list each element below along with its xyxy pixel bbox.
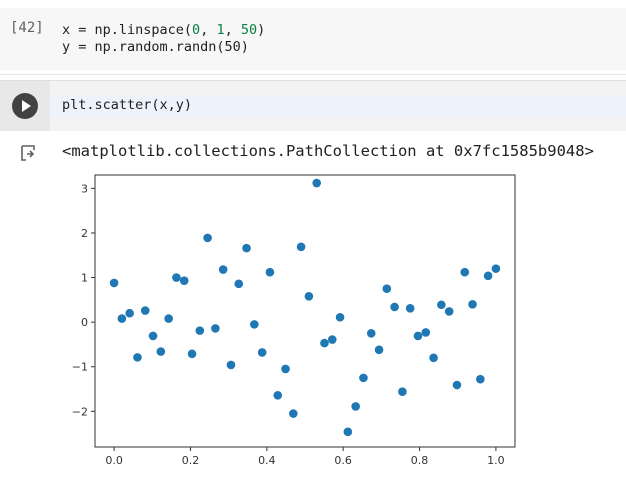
code-token: ) [257, 22, 266, 38]
number-literal: 0 [192, 22, 201, 38]
scatter-point [491, 264, 501, 273]
scatter-point [218, 265, 228, 274]
scatter-point [109, 278, 119, 288]
code-cell-2[interactable]: plt.scatter(x,y) [0, 80, 626, 131]
scatter-point [413, 331, 423, 341]
scatter-point [444, 307, 454, 316]
output-text: <matplotlib.collections.PathCollection a… [62, 142, 594, 160]
scatter-point [421, 328, 431, 337]
scatter-point [476, 374, 485, 384]
scatter-point [390, 302, 399, 312]
x-tick-label: 0.4 [258, 454, 276, 467]
x-tick-label: 0.6 [334, 454, 352, 467]
scatter-point [296, 242, 306, 252]
y-tick-label: 1 [81, 272, 88, 285]
code-line-2[interactable]: y = np.random.randn(50) [62, 39, 249, 56]
scatter-point [125, 308, 134, 318]
scatter-point [117, 314, 127, 323]
scatter-point [179, 276, 189, 285]
scatter-plot-svg: 0.0 0.2 0.4 0.6 0.8 1.0 −2 −1 0 1 2 3 [72, 174, 516, 467]
code-line-1[interactable]: x = np.linspace(0, 1, 50) [62, 22, 265, 39]
scatter-point [366, 328, 376, 338]
scatter-point [312, 178, 321, 188]
scatter-point [187, 349, 197, 359]
code-cell-1[interactable]: [42] x = np.linspace(0, 1, 50) y = np.ra… [0, 8, 626, 70]
scatter-point [156, 347, 166, 356]
scatter-point [172, 273, 181, 282]
code-token: , [200, 22, 217, 38]
scatter-point [242, 243, 251, 253]
scatter-point [343, 427, 353, 437]
output-arrow-icon[interactable] [20, 144, 38, 162]
x-tick-label: 0.2 [182, 454, 200, 467]
scatter-point [429, 353, 438, 363]
scatter-point [133, 353, 142, 362]
scatter-point [140, 306, 150, 315]
y-tick-label: 2 [81, 227, 88, 240]
y-tick-label: −1 [72, 361, 88, 374]
play-icon [22, 100, 31, 112]
y-tick-label: 3 [81, 182, 88, 195]
cell-gutter [0, 81, 50, 131]
code-token: x = np.linspace( [62, 22, 193, 38]
scatter-point [250, 320, 259, 329]
scatter-point [335, 312, 345, 322]
number-literal: 50 [240, 22, 258, 38]
scatter-chart: 0.0 0.2 0.4 0.6 0.8 1.0 −2 −1 0 1 2 3 [60, 170, 530, 476]
x-tick-label: 1.0 [487, 454, 505, 467]
scatter-point [437, 300, 446, 310]
scatter-point [452, 380, 462, 390]
scatter-point [351, 402, 360, 411]
scatter-point [398, 387, 407, 397]
scatter-point [273, 390, 283, 400]
scatter-point [211, 324, 220, 333]
scatter-point [234, 279, 244, 289]
number-literal: 1 [216, 22, 225, 38]
scatter-point [327, 335, 337, 344]
scatter-point [281, 364, 290, 374]
scatter-point [359, 373, 368, 383]
code-line[interactable]: plt.scatter(x,y) [62, 97, 192, 114]
execution-count: [42] [10, 20, 44, 36]
y-tick-label: 0 [81, 316, 88, 329]
scatter-point [304, 291, 314, 301]
scatter-point [195, 326, 205, 335]
scatter-point [460, 267, 470, 277]
scatter-point [148, 331, 158, 341]
scatter-point [257, 348, 267, 357]
scatter-point [374, 345, 384, 355]
code-token: , [224, 22, 241, 38]
scatter-point [405, 304, 415, 313]
scatter-point [483, 271, 493, 281]
scatter-point [468, 300, 477, 309]
scatter-point [382, 284, 392, 294]
scatter-point [320, 338, 329, 348]
scatter-point [203, 233, 212, 243]
scatter-point [289, 409, 298, 418]
x-tick-label: 0.0 [105, 454, 123, 467]
cell-divider [0, 74, 626, 75]
x-tick-label: 0.8 [411, 454, 429, 467]
scatter-point [265, 267, 275, 277]
y-tick-label: −2 [72, 405, 88, 418]
scatter-point [164, 314, 173, 323]
scatter-point [226, 360, 236, 370]
run-cell-button[interactable] [12, 93, 38, 119]
